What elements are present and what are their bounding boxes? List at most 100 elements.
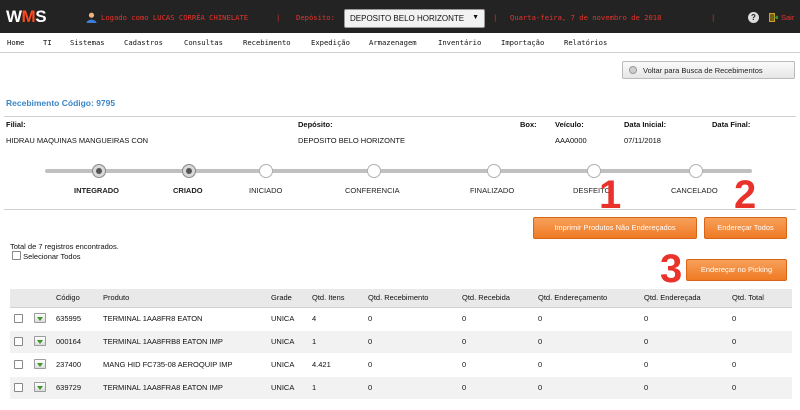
deposito-label: Depósito: <box>298 120 333 129</box>
cell-produto: TERMINAL 1AA8FRB8 EATON IMP <box>99 330 267 354</box>
address-all-button[interactable]: Endereçar Todos <box>704 217 787 239</box>
stage-label-conferencia: CONFERENCIA <box>345 186 400 195</box>
cell-produto: TERMINAL 1AA8FRA8 EATON IMP <box>99 376 267 400</box>
row-checkbox[interactable] <box>14 336 23 346</box>
menu-item-consultas[interactable]: Consultas <box>184 38 223 47</box>
exit-icon[interactable] <box>768 12 778 23</box>
data-final-label: Data Final: <box>712 120 751 129</box>
top-bar: WMS Logado como LUCAS CORRÊA CHINELATE |… <box>0 0 800 33</box>
veiculo-label: Veículo: <box>555 120 584 129</box>
menu-item-relatorios[interactable]: Relatórios <box>564 38 607 47</box>
menu-item-expedicao[interactable]: Expedição <box>311 38 350 47</box>
cell-qtd-itens: 1 <box>308 376 364 400</box>
table-header-row: Código Produto Grade Qtd. Itens Qtd. Rec… <box>10 289 792 308</box>
menu-item-recebimento[interactable]: Recebimento <box>243 38 291 47</box>
deposit-select-value: DEPOSITO BELO HORIZONTE <box>350 14 465 23</box>
row-checkbox[interactable] <box>14 313 23 323</box>
col-header-qtd-recebida[interactable]: Qtd. Recebida <box>458 289 534 308</box>
menu-item-cadastros[interactable]: Cadastros <box>124 38 163 47</box>
menu-item-armazenagem[interactable]: Armazenagem <box>369 38 417 47</box>
menu-item-home[interactable]: Home <box>7 38 24 47</box>
logo-text: WMS <box>6 7 47 26</box>
cell-codigo: 635995 <box>52 307 99 331</box>
stage-node-conferencia <box>367 164 381 178</box>
cell-qtd-recebimento: 0 <box>364 353 458 377</box>
stage-label-integrado: INTEGRADO <box>74 186 119 195</box>
table-row: 635995 TERMINAL 1AA8FR8 EATON UNICA 4 0 … <box>10 307 792 331</box>
box-label: Box: <box>520 120 537 129</box>
products-table: Código Produto Grade Qtd. Itens Qtd. Rec… <box>10 289 792 400</box>
menu-item-sistemas[interactable]: Sistemas <box>70 38 105 47</box>
col-header-expand <box>30 289 52 308</box>
cell-qtd-itens: 4.421 <box>308 353 364 377</box>
menu-item-inventario[interactable]: Inventário <box>438 38 481 47</box>
menu-item-importacao[interactable]: Importação <box>501 38 544 47</box>
col-header-qtd-total[interactable]: Qtd. Total <box>728 289 792 308</box>
stage-node-iniciado <box>259 164 273 178</box>
chevron-down-icon: ▼ <box>472 14 479 21</box>
exit-link[interactable]: Sair <box>781 13 794 22</box>
stage-node-integrado <box>92 164 106 178</box>
cell-grade: UNICA <box>267 330 308 354</box>
header-separator: | <box>711 13 716 22</box>
cell-qtd-enderecada: 0 <box>640 353 728 377</box>
cell-codigo: 639729 <box>52 376 99 400</box>
cell-grade: UNICA <box>267 376 308 400</box>
expand-row-icon[interactable] <box>34 358 46 369</box>
veiculo-value: AAA0000 <box>555 136 587 145</box>
main-menu: Home TI Sistemas Cadastros Consultas Rec… <box>0 33 800 53</box>
col-header-produto[interactable]: Produto <box>99 289 267 308</box>
filial-value: HIDRAU MAQUINAS MANGUEIRAS CON <box>6 136 149 145</box>
cell-qtd-recebimento: 0 <box>364 330 458 354</box>
deposit-label: Depósito: <box>296 13 335 22</box>
col-header-codigo[interactable]: Código <box>52 289 99 308</box>
header-separator: | <box>493 13 498 22</box>
row-checkbox[interactable] <box>14 382 23 392</box>
address-picking-button[interactable]: Endereçar no Picking <box>686 259 787 281</box>
cell-qtd-enderecada: 0 <box>640 307 728 331</box>
wms-logo[interactable]: WMS <box>4 6 56 28</box>
row-checkbox[interactable] <box>14 359 23 369</box>
col-header-select <box>10 289 30 308</box>
col-header-qtd-recebimento[interactable]: Qtd. Recebimento <box>364 289 458 308</box>
cell-qtd-enderecamento: 0 <box>534 307 640 331</box>
cell-qtd-recebimento: 0 <box>364 376 458 400</box>
stage-node-criado <box>182 164 196 178</box>
col-header-qtd-enderecada[interactable]: Qtd. Endereçada <box>640 289 728 308</box>
back-icon <box>629 66 637 74</box>
expand-row-icon[interactable] <box>34 335 46 346</box>
select-all-checkbox[interactable] <box>12 251 21 260</box>
select-all[interactable]: Selecionar Todos <box>12 251 81 261</box>
table-row: 237400 MANG HID FC735-08 AEROQUIP IMP UN… <box>10 353 792 377</box>
cell-qtd-recebida: 0 <box>458 376 534 400</box>
expand-row-icon[interactable] <box>34 312 46 323</box>
print-unaddressed-button[interactable]: Imprimir Produtos Não Endereçados <box>533 217 697 239</box>
cell-codigo: 237400 <box>52 353 99 377</box>
cell-grade: UNICA <box>267 353 308 377</box>
table-row: 639729 TERMINAL 1AA8FRA8 EATON IMP UNICA… <box>10 376 792 400</box>
col-header-qtd-enderecamento[interactable]: Qtd. Endereçamento <box>534 289 640 308</box>
back-to-search-button[interactable]: Voltar para Busca de Recebimentos <box>622 61 795 79</box>
help-icon[interactable]: ? <box>748 12 759 23</box>
cell-codigo: 000164 <box>52 330 99 354</box>
annotation-number-1: 1 <box>599 173 622 217</box>
deposit-select[interactable]: DEPOSITO BELO HORIZONTE ▼ <box>344 9 485 28</box>
status-progress-track <box>45 169 752 173</box>
cell-qtd-itens: 1 <box>308 330 364 354</box>
cell-produto: MANG HID FC735-08 AEROQUIP IMP <box>99 353 267 377</box>
cell-qtd-total: 0 <box>728 307 792 331</box>
cell-qtd-enderecada: 0 <box>640 376 728 400</box>
expand-row-icon[interactable] <box>34 381 46 392</box>
col-header-qtd-itens[interactable]: Qtd. Itens <box>308 289 364 308</box>
cell-qtd-enderecamento: 0 <box>534 330 640 354</box>
menu-item-ti[interactable]: TI <box>43 38 52 47</box>
deposito-value: DEPOSITO BELO HORIZONTE <box>298 136 405 145</box>
cell-qtd-itens: 4 <box>308 307 364 331</box>
records-count: Total de 7 registros encontrados. <box>10 242 119 251</box>
col-header-grade[interactable]: Grade <box>267 289 308 308</box>
cell-qtd-enderecamento: 0 <box>534 353 640 377</box>
stage-label-cancelado: CANCELADO <box>671 186 718 195</box>
receipt-info-panel <box>4 116 796 210</box>
table-row: 000164 TERMINAL 1AA8FRB8 EATON IMP UNICA… <box>10 330 792 354</box>
cell-grade: UNICA <box>267 307 308 331</box>
